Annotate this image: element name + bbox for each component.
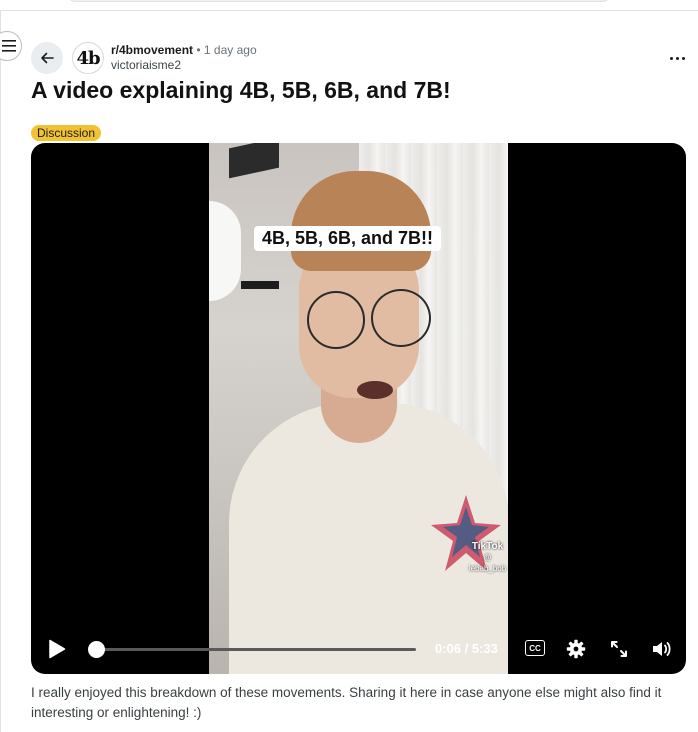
settings-button[interactable] — [565, 638, 587, 660]
more-dot — [681, 56, 685, 60]
volume-button[interactable] — [650, 638, 672, 660]
video-player[interactable]: 4B, 5B, 6B, and 7B!! TikTok @ lebab_bob … — [31, 143, 686, 674]
tiktok-brand: TikTok — [471, 541, 504, 552]
seek-bar[interactable] — [87, 641, 416, 658]
volume-icon — [653, 642, 671, 656]
sidebar-divider — [0, 11, 1, 732]
post-body: I really enjoyed this breakdown of these… — [31, 685, 662, 720]
subreddit-link[interactable]: r/4bmovement — [111, 43, 193, 57]
frame-lamp — [209, 201, 241, 301]
post-meta: r/4bmovement • 1 day ago victoriaisme2 — [111, 43, 257, 73]
video-caption: 4B, 5B, 6B, and 7B!! — [254, 226, 442, 251]
play-icon — [49, 639, 66, 659]
frame-mouth — [357, 381, 393, 399]
header-divider — [0, 10, 698, 11]
frame-shelf — [241, 281, 279, 289]
tiktok-watermark: TikTok @ lebab_bob — [467, 541, 508, 574]
gear-icon — [566, 639, 586, 659]
play-button[interactable] — [46, 638, 68, 660]
more-dot — [675, 56, 679, 60]
more-horizontal-icon — [669, 56, 673, 60]
post-flair[interactable]: Discussion — [31, 125, 102, 141]
back-button[interactable] — [31, 42, 63, 74]
meta-separator: • — [196, 43, 201, 57]
post-time: 1 day ago — [203, 43, 257, 57]
seek-handle[interactable] — [87, 641, 105, 658]
avatar-logo-text: 4b — [76, 47, 100, 69]
hamburger-icon — [2, 40, 16, 52]
fullscreen-button[interactable] — [608, 638, 630, 660]
post-title[interactable]: A video explaining 4B, 5B, 6B, and 7B! — [31, 77, 451, 104]
fullscreen-icon — [611, 641, 627, 657]
video-controls: 0:06 / 5:33 CC — [31, 631, 686, 667]
tiktok-handle: @ lebab_bob — [468, 553, 507, 573]
frame-glasses-right — [371, 289, 431, 347]
top-search-bar[interactable] — [68, 0, 610, 2]
frame-glasses-left — [307, 291, 365, 349]
video-frame: 4B, 5B, 6B, and 7B!! TikTok @ lebab_bob — [209, 143, 508, 674]
sidebar-menu-button[interactable] — [0, 31, 22, 61]
time-display: 0:06 / 5:33 — [435, 641, 498, 656]
arrow-left-icon — [41, 52, 54, 64]
subreddit-avatar[interactable]: 4b — [72, 42, 104, 74]
more-options-button[interactable] — [666, 50, 688, 66]
frame-shadow — [229, 143, 279, 179]
captions-button[interactable]: CC — [525, 640, 545, 656]
author-link[interactable]: victoriaisme2 — [111, 58, 257, 73]
